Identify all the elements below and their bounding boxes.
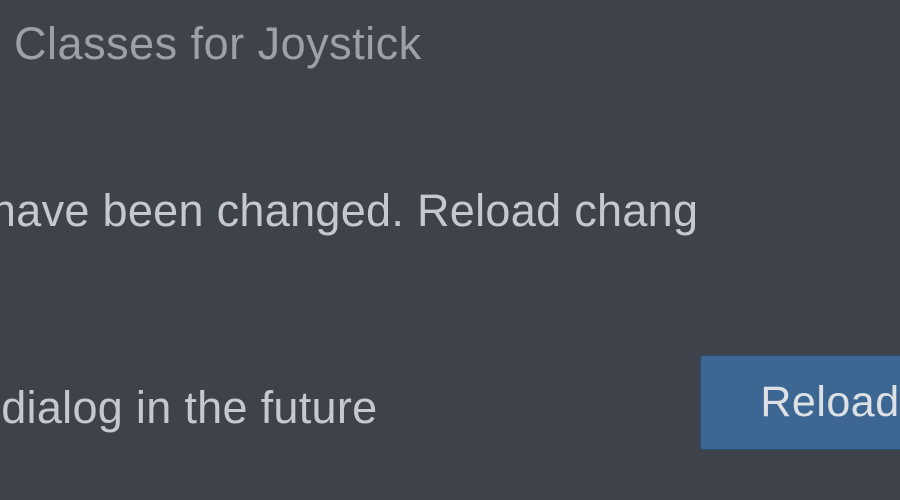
reload-button[interactable]: Reload [700, 355, 900, 450]
dialog-message: es have been changed. Reload chang [0, 185, 698, 237]
dialog-title: ed Classes for Joystick [0, 18, 422, 70]
suppress-dialog-checkbox-label[interactable]: his dialog in the future [0, 382, 378, 434]
